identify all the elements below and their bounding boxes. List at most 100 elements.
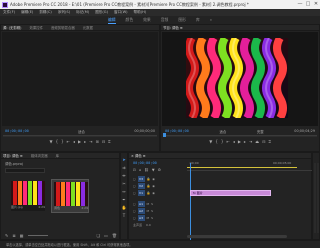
mute-icon[interactable]: M	[147, 202, 150, 206]
mute-icon[interactable]: M	[147, 209, 150, 213]
program-scrubber[interactable]	[163, 133, 317, 137]
step-back-icon[interactable]: ◂	[73, 139, 75, 144]
nest-icon[interactable]: ⊡	[133, 168, 136, 172]
track-label-v3[interactable]: V3	[137, 175, 145, 182]
menu-sequence[interactable]: 序列(S)	[58, 9, 70, 16]
marker-icon[interactable]: ▼	[50, 139, 53, 144]
menu-file[interactable]: 文件(F)	[3, 9, 15, 16]
ripple-edit-icon[interactable]: ⇹	[122, 173, 125, 178]
tab-metadata[interactable]: 元数据	[83, 25, 93, 30]
work-area-bar[interactable]	[187, 167, 297, 168]
playhead-icon[interactable]	[163, 133, 166, 137]
program-timecode[interactable]: 00;00;00;00	[165, 129, 189, 133]
track-label-v1[interactable]: V1	[137, 189, 145, 196]
pen-icon[interactable]: ✒	[122, 197, 125, 202]
source-scrubber[interactable]	[3, 135, 157, 137]
pencil-icon[interactable]: ✎	[5, 233, 8, 238]
project-item-sequence[interactable]: 调色 4:29	[51, 179, 89, 213]
track-target-icon[interactable]: ◻	[133, 202, 136, 206]
type-icon[interactable]: T	[123, 213, 125, 218]
new-item-icon[interactable]: ❏	[97, 233, 101, 238]
icon-view-icon[interactable]: ▦	[20, 233, 24, 238]
mark-out-icon[interactable]: }	[221, 139, 224, 144]
tab-libraries[interactable]: 库	[56, 153, 59, 158]
maximize-button[interactable]: □	[304, 0, 312, 9]
workspace-edit[interactable]: 编辑	[107, 16, 116, 24]
menu-window[interactable]: 窗口(W)	[114, 9, 128, 16]
track-target-icon[interactable]: ◻	[133, 209, 136, 213]
program-quality-dropdown[interactable]: 完整	[257, 129, 264, 134]
lift-icon[interactable]: ⏏	[255, 139, 259, 144]
menu-graphics[interactable]: 图形(G)	[95, 9, 108, 16]
marker-icon[interactable]: ▼	[209, 139, 212, 144]
master-track-value[interactable]: 0.0	[146, 223, 151, 227]
tab-effect-controls[interactable]: 效果控件	[29, 25, 43, 30]
hand-icon[interactable]: ✋	[122, 205, 127, 210]
razor-icon[interactable]: ✂	[122, 181, 125, 186]
tab-source[interactable]: 源: (无剪辑)	[3, 25, 21, 30]
go-to-in-icon[interactable]: ⇤	[226, 139, 229, 144]
workspace-libraries[interactable]: 库	[196, 16, 200, 24]
workspace-graphics[interactable]: 图形	[178, 16, 186, 24]
settings-icon[interactable]: ⚙	[158, 168, 161, 172]
extract-icon[interactable]: ⊟	[262, 139, 265, 144]
tab-media-browser[interactable]: 媒体浏览器	[31, 153, 48, 158]
track-label-a3[interactable]: A3	[137, 214, 145, 221]
list-view-icon[interactable]: ≣	[12, 233, 15, 238]
eye-icon[interactable]: ◉	[152, 184, 155, 188]
add-marker-icon[interactable]: ▼	[152, 168, 155, 172]
mark-out-icon[interactable]: }	[61, 139, 64, 144]
tab-timeline[interactable]: × 调色 ≡	[131, 153, 146, 158]
trash-icon[interactable]: 🗑	[112, 233, 117, 238]
track-label-a1[interactable]: A1	[137, 200, 145, 207]
tab-project[interactable]: 项目: 调色 ≡	[3, 153, 23, 158]
overwrite-icon[interactable]: ⊟	[102, 139, 105, 144]
menu-help[interactable]: 帮助(H)	[134, 9, 147, 16]
mark-in-icon[interactable]: {	[215, 139, 218, 144]
lock-icon[interactable]: 🔒	[147, 177, 151, 181]
insert-icon[interactable]: ⊞	[96, 139, 99, 144]
source-timecode-in[interactable]: 00;00;00;00	[5, 129, 29, 133]
project-item-image[interactable]: 图片.jpg 4:29	[11, 181, 45, 211]
solo-icon[interactable]: S	[151, 216, 153, 220]
timeline-ruler[interactable]: :00;00 00;00;05;00	[187, 161, 313, 241]
folder-icon[interactable]: ▭	[104, 233, 108, 238]
source-fit-dropdown[interactable]: 适合	[78, 129, 85, 134]
play-icon[interactable]: ▶	[238, 139, 241, 144]
track-target-icon[interactable]: ◻	[133, 216, 136, 220]
solo-icon[interactable]: S	[151, 202, 153, 206]
step-back-icon[interactable]: ◂	[233, 139, 235, 144]
step-forward-icon[interactable]: ▸	[84, 139, 86, 144]
workspace-color[interactable]: 颜色	[126, 16, 134, 24]
lock-icon[interactable]: 🔒	[147, 191, 151, 195]
tab-audio-clip-mixer[interactable]: 音频剪辑混合器	[51, 25, 75, 30]
track-label-a2[interactable]: A2	[137, 207, 145, 214]
linked-selection-icon[interactable]: ⛓	[144, 168, 149, 172]
project-search-input[interactable]	[5, 168, 45, 173]
zoom-slider[interactable]	[27, 235, 48, 236]
snap-icon[interactable]: ⌂	[139, 168, 141, 172]
export-frame-icon[interactable]: ⌗	[108, 139, 110, 144]
selection-tool-icon[interactable]: ➤	[122, 157, 125, 162]
go-to-out-icon[interactable]: ⇥	[89, 139, 92, 144]
solo-icon[interactable]: S	[151, 209, 153, 213]
menu-clip[interactable]: 剪辑(C)	[39, 9, 52, 16]
play-icon[interactable]: ▶	[78, 139, 81, 144]
mute-icon[interactable]: M	[147, 216, 150, 220]
track-label-v2[interactable]: V2	[137, 182, 145, 189]
track-target-icon[interactable]: ◻	[133, 191, 136, 195]
step-forward-icon[interactable]: ▸	[244, 139, 246, 144]
tab-program[interactable]: 节目: 调色 ≡	[163, 25, 183, 30]
workspace-audio[interactable]: 音频	[161, 16, 169, 24]
minimize-button[interactable]: —	[296, 0, 304, 9]
track-target-icon[interactable]: ◻	[133, 177, 136, 181]
mark-in-icon[interactable]: {	[56, 139, 59, 144]
slip-icon[interactable]: ↔	[122, 189, 125, 194]
eye-icon[interactable]: ◉	[152, 191, 155, 195]
program-fit-dropdown[interactable]: 适合	[219, 129, 226, 134]
lock-icon[interactable]: 🔒	[147, 184, 151, 188]
menu-edit[interactable]: 编辑(E)	[21, 9, 33, 16]
track-select-icon[interactable]: ⇉	[122, 165, 125, 170]
go-to-out-icon[interactable]: ⇥	[249, 139, 252, 144]
export-frame-icon[interactable]: ⌗	[268, 139, 270, 144]
